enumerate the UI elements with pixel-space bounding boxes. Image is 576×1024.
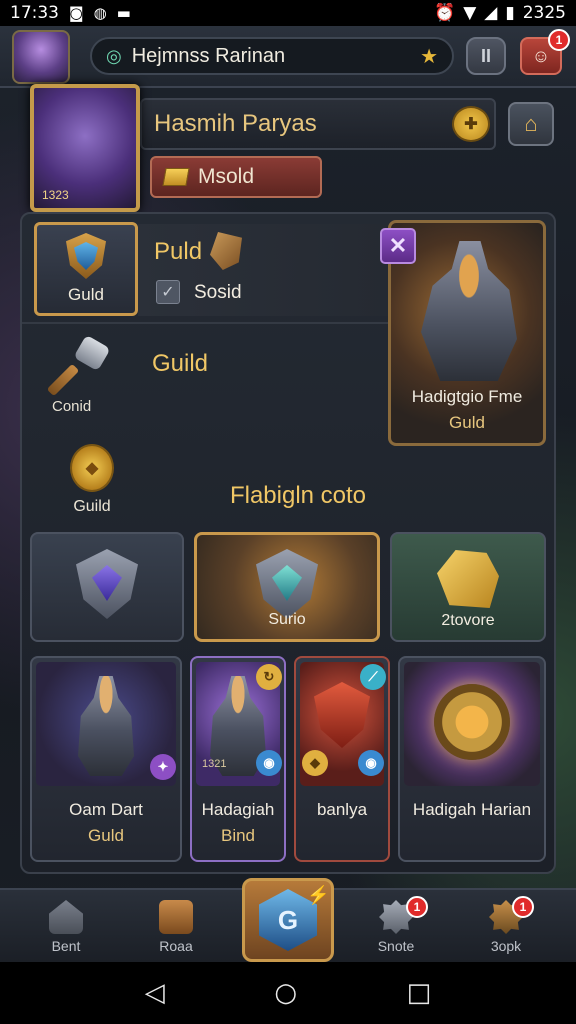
battery-icon: ▮ [505,3,515,23]
gold-ore-icon [437,550,499,608]
pause-button[interactable]: II [466,37,506,75]
sosid-checkbox[interactable]: ✓ [156,280,180,304]
rank-badge-icon: ↻ [256,664,282,690]
gem-shield-icon [76,549,138,619]
status-bar: 17:33 ◙ ◍ ▬ ⏰ ▼ ◢ ▮ 2325 [0,0,576,26]
notification-badge: 1 [512,896,534,918]
hammer-label: Conid [52,398,92,415]
bag-icon [159,900,193,934]
tile-label: 2tovore [441,612,495,629]
featured-hero-name: Hadigtgio Fme [411,387,523,406]
teal-gem-icon [256,549,318,619]
nav-item-bent[interactable]: Bent [26,890,106,964]
message-icon: ▬ [116,4,131,22]
tile-2tovore[interactable]: 2tovore [390,532,546,642]
star-icon[interactable]: ★ [420,44,438,69]
card-sub: Guld [88,826,124,845]
nav-label: 3opk [490,938,522,954]
gold-button-label: Msold [198,165,255,188]
search-bar[interactable]: ◎ Hejmnss Rarinan ★ [90,37,454,75]
card-oam-dart[interactable]: Oam Dart Guld ✦ [30,656,182,862]
card-name: banlya [316,800,368,819]
top-header: ◎ Hejmnss Rarinan ★ II ☺ 1 [0,26,576,88]
home-system-button[interactable]: ○ [274,978,297,1008]
profile-alert-button[interactable]: ☺ 1 [520,29,570,75]
home-button[interactable]: ⌂ [508,102,554,146]
red-shield-icon [314,682,370,748]
card-name: Hadigah Harian [412,800,532,819]
app-icon: ◍ [93,4,107,22]
hammer-icon[interactable] [46,334,114,397]
featured-hero-figure [421,241,517,381]
card-name: Hadagiah [201,800,275,819]
card-art [404,662,540,786]
sun-emblem-icon [434,684,510,760]
section-title: Flabigln coto [229,482,367,509]
gold-button[interactable]: Msold [150,156,322,198]
card-hadagiah[interactable]: ↻ ◉ 1321 Hadagiah Bind [190,656,286,862]
nav-center-button[interactable]: G ⚡ [242,878,334,962]
close-button[interactable]: ✕ [380,228,416,264]
camera-icon: ◙ [69,4,84,22]
sword-badge-icon: ⟋ [360,664,386,690]
tile-surio[interactable]: Surio [194,532,380,642]
guild-heading: Guild [152,350,209,377]
guild-card-label: Guld [68,285,104,304]
card-banlya[interactable]: ⟋ ◆ ◉ banlya [294,656,390,862]
hero-portrait[interactable]: 1323 [30,84,140,212]
search-text: Hejmnss Rarinan [131,44,286,67]
card-level: 1321 [202,758,227,770]
nav-item-roaa[interactable]: Roaa [136,890,216,964]
alarm-icon: ⏰ [434,3,456,23]
nav-item-3opk[interactable]: 3opk 1 [466,890,546,964]
divider [22,322,388,324]
home-icon [49,900,83,934]
player-avatar[interactable] [12,30,70,84]
signal-icon: ◢ [484,3,498,23]
featured-hero-sub: Guld [449,413,485,432]
sosid-label: Sosid [194,282,242,303]
nav-item-snote[interactable]: Snote 1 [356,890,436,964]
recents-button[interactable]: □ [407,978,432,1008]
gold-badge-icon: ◆ [302,750,328,776]
puld-label: Puld [154,238,203,265]
status-right-time: 2325 [522,3,566,23]
wifi-icon: ▼ [463,3,477,23]
nav-label: Bent [51,938,81,954]
class-badge-icon: ✦ [150,754,176,780]
card-sub: Bind [220,826,256,845]
element-badge-icon: ◉ [256,750,282,776]
gem-badge-icon: ◉ [358,750,384,776]
warrior-figure [78,676,134,776]
user-icon: ☺ [531,45,551,66]
coin-button[interactable]: ✚ [452,106,490,142]
notification-badge: 1 [406,896,428,918]
bolt-icon: ⚡ [307,885,330,905]
nav-label: Snote [377,938,415,954]
card-hadigah-harian[interactable]: Hadigah Harian [398,656,546,862]
search-icon: ◎ [106,45,122,66]
notification-badge: 1 [548,29,570,51]
gold-icon [162,168,190,186]
hero-name: Hasmih Paryas [154,110,317,137]
system-nav-bar: ◁ ○ □ [0,962,576,1024]
tile-gem-shield[interactable] [30,532,184,642]
nav-label: Roaa [159,938,193,954]
status-time: 17:33 [10,3,59,23]
back-button[interactable]: ◁ [145,978,165,1008]
card-name: Oam Dart [69,800,143,819]
guild-shield-icon [66,233,106,279]
tile-label: Surio [268,611,306,628]
guild-card[interactable]: Guld [34,222,138,316]
hero-level: 1323 [42,188,69,202]
